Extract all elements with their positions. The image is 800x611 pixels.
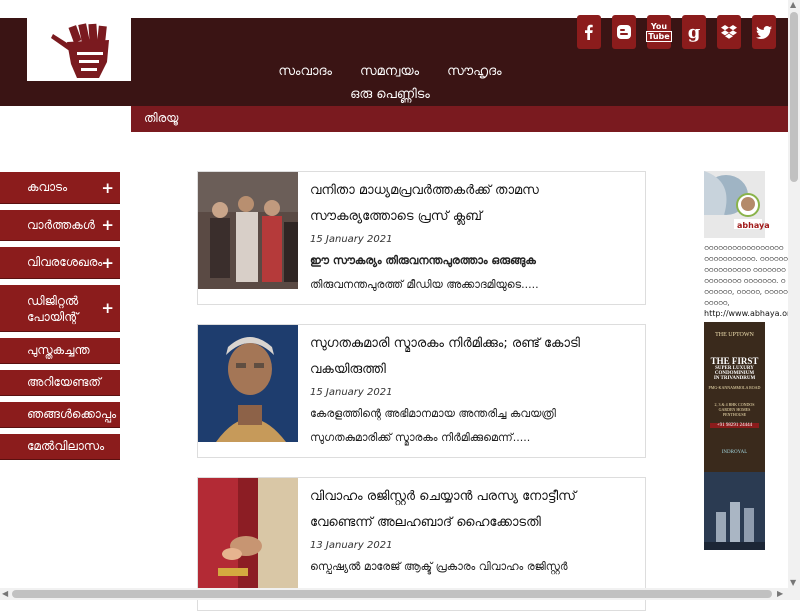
sidemenu-item-melvilasam[interactable]: മേൽവിലാസം bbox=[0, 434, 120, 460]
sidemenu-item-vivarashekharam[interactable]: വിവരശേഖരം + bbox=[0, 247, 120, 279]
uptown-brand: THE UPTOWN bbox=[715, 332, 754, 338]
fist-logo-icon bbox=[51, 23, 109, 78]
vertical-scrollbar[interactable]: ▲ ▼ bbox=[788, 0, 800, 600]
article-date: 15 January 2021 bbox=[310, 234, 393, 245]
expand-plus-icon[interactable]: + bbox=[101, 179, 114, 197]
sidemenu-item-label: ഞങ്ങൾക്കൊപ്പം bbox=[27, 407, 117, 421]
article-date: 13 January 2021 bbox=[310, 540, 393, 551]
horizontal-scrollbar-thumb[interactable] bbox=[12, 590, 772, 598]
article-card: സുഗതകുമാരി സ്മാരകം നിർമിക്കും; രണ്ട് കോട… bbox=[197, 324, 646, 458]
article-text: സുഗതകുമാരി സ്മാരകം നിർമിക്കും; രണ്ട് കോട… bbox=[310, 331, 630, 450]
article-date: 15 January 2021 bbox=[310, 387, 393, 398]
abhaya-tagline: ഠഠഠഠഠഠഠഠഠഠഠഠഠഠഠഠഠ ഠഠഠഠഠഠഠഠഠഠഠ. ഠഠഠഠഠഠഠഠഠ… bbox=[704, 244, 788, 307]
nav-row-1: സംവാദം സമന്വയം സൗഹൃദം bbox=[240, 64, 540, 79]
uptown-developer: INDROYAL bbox=[721, 450, 748, 455]
uptown-headline-1: THE FIRST bbox=[710, 356, 759, 366]
facebook-icon[interactable] bbox=[577, 15, 601, 49]
article-excerpt: സ്പെഷ്യൽ മാരേജ് ആക്ട് പ്രകാരം വിവാഹം രജി… bbox=[310, 555, 630, 579]
horizontal-scrollbar[interactable]: ◀ ▶ bbox=[0, 588, 788, 600]
article-excerpt-text: സ്പെഷ്യൽ മാരേജ് ആക്ട് പ്രകാരം വിവാഹം രജി… bbox=[310, 560, 568, 573]
article-excerpt: കേരളത്തിന്റെ അഭിമാനമായ അന്തരിച്ച കവയത്രി… bbox=[310, 402, 630, 450]
search-label: തിരയൂ bbox=[144, 111, 179, 125]
sidemenu-item-label: മേൽവിലാസം bbox=[27, 439, 105, 453]
article-title[interactable]: വനിതാ മാധ്യമപ്രവർത്തകർക്ക് താമസ സൗകര്യത്… bbox=[310, 178, 630, 230]
sidemenu-item-label: പുസ്തകച്ചന്ത bbox=[27, 343, 90, 357]
vertical-scrollbar-thumb[interactable] bbox=[790, 12, 798, 182]
social-links: You Tube g bbox=[577, 15, 776, 49]
youtube-label-you: You bbox=[650, 22, 668, 31]
google-icon[interactable]: g bbox=[682, 15, 706, 49]
abhaya-link[interactable]: http://www.abhaya.org bbox=[704, 309, 795, 318]
nav-item-souhrudam[interactable]: സൗഹൃദം bbox=[447, 64, 502, 79]
site-logo[interactable] bbox=[27, 18, 131, 81]
sidemenu-item-njangalkkoppam[interactable]: ഞങ്ങൾക്കൊപ്പം bbox=[0, 402, 120, 428]
article-thumbnail[interactable] bbox=[198, 172, 298, 289]
expand-plus-icon[interactable]: + bbox=[101, 216, 114, 234]
main-nav: സംവാദം സമന്വയം സൗഹൃദം ഒരു പെണ്ണിടം bbox=[240, 64, 540, 110]
article-thumbnail[interactable] bbox=[198, 478, 298, 595]
scroll-right-arrow-icon[interactable]: ▶ bbox=[777, 589, 783, 598]
scroll-left-arrow-icon[interactable]: ◀ bbox=[2, 589, 8, 598]
sidemenu-item-pusthakachantha[interactable]: പുസ്തകച്ചന്ത bbox=[0, 338, 120, 364]
portrait-photo bbox=[198, 325, 298, 442]
article-thumbnail[interactable] bbox=[198, 325, 298, 442]
right-ads-column: abhaya ഠഠഠഠഠഠഠഠഠഠഠഠഠഠഠഠഠ ഠഠഠഠഠഠഠഠഠഠഠ. ഠഠ… bbox=[704, 171, 795, 550]
youtube-label-tube: Tube bbox=[646, 31, 672, 42]
article-text: വിവാഹം രജിസ്റ്റർ ചെയ്യാൻ പരസ്യ നോട്ടീസ് … bbox=[310, 484, 630, 579]
scroll-down-arrow-icon[interactable]: ▼ bbox=[790, 578, 796, 587]
article-excerpt-bold: ഈ സൗകര്യം തിരുവനന്തപുരത്താം ഒരുങ്ങുക bbox=[310, 254, 536, 267]
uptown-penthouse: PENTHOUSE bbox=[722, 412, 747, 417]
youtube-icon[interactable]: You Tube bbox=[646, 15, 672, 49]
article-excerpt-text: കേരളത്തിന്റെ അഭിമാനമായ അന്തരിച്ച കവയത്രി… bbox=[310, 407, 556, 444]
article-title[interactable]: വിവാഹം രജിസ്റ്റർ ചെയ്യാൻ പരസ്യ നോട്ടീസ് … bbox=[310, 484, 630, 536]
uptown-road: PMG-KANNAMMOLA ROAD bbox=[708, 385, 761, 390]
uptown-headline-4: IN TRIVANDRUM bbox=[713, 376, 756, 381]
dropbox-icon[interactable] bbox=[717, 15, 741, 49]
twitter-icon[interactable] bbox=[752, 15, 776, 49]
wedding-photo bbox=[198, 478, 298, 595]
nav-item-oru-pennidam[interactable]: ഒരു പെണ്ണിടം bbox=[350, 87, 430, 102]
uptown-call: +91 98291 24444 bbox=[710, 423, 759, 428]
article-excerpt-text: തിരുവനന്തപുരത്ത് മീഡിയ അക്കാദമിയുടെ..... bbox=[310, 278, 539, 291]
sidemenu-item-kavadam[interactable]: കവാടം + bbox=[0, 172, 120, 204]
blogger-icon[interactable] bbox=[612, 15, 636, 49]
abhaya-brand: abhaya bbox=[737, 221, 770, 230]
article-text: വനിതാ മാധ്യമപ്രവർത്തകർക്ക് താമസ സൗകര്യത്… bbox=[310, 178, 630, 297]
article-title[interactable]: സുഗതകുമാരി സ്മാരകം നിർമിക്കും; രണ്ട് കോട… bbox=[310, 331, 630, 383]
side-menu: കവാടം + വാർത്തകൾ + വിവരശേഖരം + ഡിജിറ്റൽ … bbox=[0, 172, 120, 466]
sidemenu-item-varthakal[interactable]: വാർത്തകൾ + bbox=[0, 210, 120, 241]
abhaya-ad[interactable]: abhaya bbox=[704, 171, 770, 238]
sidemenu-item-ariyendathu[interactable]: അറിയേണ്ടത് bbox=[0, 370, 120, 396]
search-bar[interactable]: തിരയൂ bbox=[131, 106, 788, 132]
sidemenu-item-label: അറിയേണ്ടത് bbox=[27, 375, 101, 389]
sidemenu-item-digital-point[interactable]: ഡിജിറ്റൽ പോയിന്റ് + bbox=[0, 285, 120, 332]
uptown-ad-text: THE UPTOWN THE FIRST SUPER LUXURY CONDOM… bbox=[704, 326, 765, 455]
scroll-up-arrow-icon[interactable]: ▲ bbox=[790, 0, 796, 9]
nav-item-samanwayam[interactable]: സമന്വയം bbox=[360, 64, 419, 79]
expand-plus-icon[interactable]: + bbox=[101, 299, 114, 317]
nav-item-samvadam[interactable]: സംവാദം bbox=[278, 64, 332, 79]
nav-row-2: ഒരു പെണ്ണിടം bbox=[240, 87, 540, 102]
expand-plus-icon[interactable]: + bbox=[101, 254, 114, 272]
article-excerpt: ഈ സൗകര്യം തിരുവനന്തപുരത്താം ഒരുങ്ങുക തിര… bbox=[310, 249, 630, 297]
crowd-photo bbox=[198, 172, 298, 289]
article-card: വനിതാ മാധ്യമപ്രവർത്തകർക്ക് താമസ സൗകര്യത്… bbox=[197, 171, 646, 305]
uptown-ad[interactable]: THE UPTOWN THE FIRST SUPER LUXURY CONDOM… bbox=[704, 322, 765, 550]
